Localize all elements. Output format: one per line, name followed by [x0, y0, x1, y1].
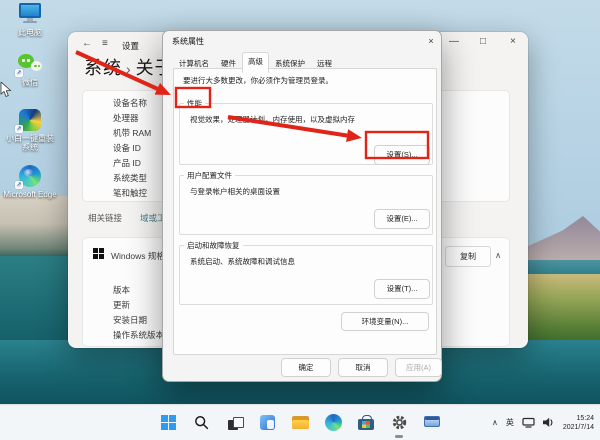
tray-date: 2021/7/14: [563, 423, 594, 432]
startup-recovery-group: 启动和故障恢复 系统启动、系统故障和调试信息 设置(T)...: [179, 240, 433, 305]
search-button[interactable]: [190, 412, 212, 434]
ok-button[interactable]: 确定: [281, 358, 331, 377]
spec-row: 操作系统版本: [113, 329, 164, 341]
system-tray: ∧ 英 15:24 2021/7/14: [492, 405, 594, 440]
widgets-icon: [260, 415, 275, 430]
spec-row: 系统类型: [113, 172, 147, 184]
spec-row: 安装日期: [113, 314, 147, 326]
shortcut-arrow-icon: ↗: [15, 69, 23, 77]
wechat-icon: ↗: [17, 52, 43, 76]
dialog-title: 系统属性: [172, 36, 204, 47]
close-icon[interactable]: ×: [510, 36, 516, 47]
search-icon: [194, 415, 209, 430]
user-profiles-legend: 用户配置文件: [184, 170, 235, 181]
cancel-button[interactable]: 取消: [338, 358, 388, 377]
task-view-icon: [225, 414, 243, 432]
file-explorer-button[interactable]: [289, 412, 311, 434]
shortcut-arrow-icon: ↗: [15, 125, 23, 133]
spec-row: 更新: [113, 299, 130, 311]
tray-expand-icon[interactable]: ∧: [492, 418, 498, 427]
desktop-icon-this-pc[interactable]: 此电脑: [1, 2, 59, 37]
system-properties-dialog: 系统属性 × 计算机名 硬件 高级 系统保护 远程 要进行大多数更改，你必须作为…: [162, 30, 442, 382]
gear-icon: [391, 414, 408, 431]
taskbar: ∧ 英 15:24 2021/7/14: [0, 404, 600, 440]
windows-spec-title: Windows 规格: [111, 250, 165, 262]
maximize-icon[interactable]: □: [480, 36, 486, 47]
apply-button: 应用(A): [395, 358, 442, 377]
desktop-icon-edge[interactable]: ↗ Microsoft Edge: [1, 164, 59, 199]
breadcrumb-separator-icon: ›: [126, 61, 132, 77]
desktop-icon-label: Microsoft Edge: [1, 190, 59, 199]
close-icon[interactable]: ×: [424, 34, 438, 48]
tray-time: 15:24: [563, 414, 594, 423]
desktop-icon-label: 系统: [1, 143, 59, 152]
user-profiles-group: 用户配置文件 与登录帐户相关的桌面设置 设置(E)...: [179, 170, 433, 235]
shortcut-arrow-icon: ↗: [15, 181, 23, 189]
store-icon: [358, 415, 374, 430]
settings-window-title: 设置: [122, 40, 139, 52]
breadcrumb-system[interactable]: 系统: [84, 58, 122, 78]
chevron-up-icon[interactable]: ∧: [495, 250, 501, 261]
minimize-icon[interactable]: —: [449, 36, 459, 47]
mouse-cursor: [0, 82, 12, 98]
menu-icon[interactable]: ≡: [102, 38, 108, 49]
tab-advanced[interactable]: 高级: [242, 52, 269, 73]
system-window-icon: [424, 416, 440, 430]
edge-button[interactable]: [322, 412, 344, 434]
performance-desc: 视觉效果，处理器计划，内存使用，以及虚拟内存: [190, 114, 355, 125]
breadcrumb: 系统›关于: [84, 54, 174, 80]
spec-row: 设备名称: [113, 97, 147, 109]
spec-row: 机带 RAM: [113, 127, 151, 139]
related-links-label: 相关链接: [88, 212, 122, 224]
performance-settings-button[interactable]: 设置(S)...: [374, 145, 430, 165]
startup-recovery-desc: 系统启动、系统故障和调试信息: [190, 256, 295, 267]
edge-icon: ↗: [17, 164, 43, 188]
ime-indicator[interactable]: 英: [506, 417, 514, 428]
network-icon[interactable]: [522, 417, 535, 428]
spec-row: 处理器: [113, 112, 139, 124]
clock[interactable]: 15:24 2021/7/14: [563, 414, 594, 432]
system-properties-task-button[interactable]: [421, 412, 443, 434]
user-profiles-desc: 与登录帐户相关的桌面设置: [190, 186, 280, 197]
copy-button[interactable]: 复制: [445, 246, 491, 267]
environment-variables-button[interactable]: 环境变量(N)...: [341, 312, 429, 331]
spec-row: 设备 ID: [113, 142, 141, 154]
desktop-icon-label: 此电脑: [1, 28, 59, 37]
this-pc-icon: [17, 2, 43, 26]
admin-note: 要进行大多数更改，你必须作为管理员登录。: [183, 75, 333, 86]
start-button[interactable]: [157, 412, 179, 434]
store-button[interactable]: [355, 412, 377, 434]
edge-icon: [325, 414, 342, 431]
xiaobai-app-icon: ↗: [17, 108, 43, 132]
desktop-icon-label: 小白一键重装: [1, 134, 59, 143]
spec-row: 产品 ID: [113, 157, 141, 169]
task-view-button[interactable]: [223, 412, 245, 434]
screen: 此电脑 ↗ 微信 ↗ 小白一键重装 系统 ↗ Microsoft Edge ← …: [0, 0, 600, 440]
wallpaper-water-left: [0, 256, 68, 346]
performance-group: 性能 视觉效果，处理器计划，内存使用，以及虚拟内存 设置(S)...: [179, 98, 433, 165]
startup-recovery-settings-button[interactable]: 设置(T)...: [374, 279, 430, 299]
settings-button[interactable]: [388, 412, 410, 434]
performance-legend: 性能: [184, 98, 205, 109]
widgets-button[interactable]: [256, 412, 278, 434]
volume-icon[interactable]: [543, 417, 555, 428]
wallpaper-shore: [0, 196, 68, 258]
desktop-icon-xiaobai[interactable]: ↗ 小白一键重装 系统: [1, 108, 59, 152]
spec-row: 版本: [113, 284, 130, 296]
back-icon[interactable]: ←: [82, 38, 92, 49]
spec-row: 笔和触控: [113, 187, 147, 199]
windows-logo-icon: [93, 248, 104, 259]
startup-recovery-legend: 启动和故障恢复: [184, 240, 243, 251]
user-profiles-settings-button[interactable]: 设置(E)...: [374, 209, 430, 229]
file-explorer-icon: [292, 416, 309, 429]
windows-start-icon: [161, 415, 176, 430]
